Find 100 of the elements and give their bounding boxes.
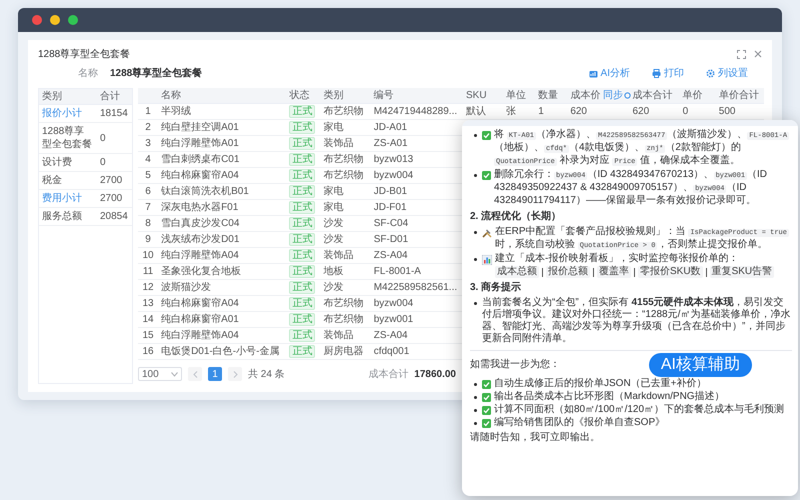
- page-size-select[interactable]: 100: [138, 367, 182, 381]
- table-cell: 雪白真皮沙发C04: [158, 216, 286, 232]
- table-cell: 布艺织物: [320, 312, 371, 328]
- row-number: 4: [138, 152, 158, 168]
- status-tag: 正式: [289, 153, 316, 166]
- name-label: 名称: [78, 67, 98, 80]
- row-number: 12: [138, 280, 158, 296]
- column-header: 单价合计: [716, 88, 764, 104]
- status-tag: 正式: [289, 121, 316, 134]
- check-icon: [482, 406, 491, 415]
- list-item-text: 当前套餐名义为“全包”，但实际有 4155元硬件成本未体现，易引发交付后增项争议。建议对外口径统一：“1288元/㎡为基础装修单价，净水器、智能灯光、高端沙发等为尊享升级项（已含在总价中）”，并同步更新合同附件清单。: [482, 297, 792, 345]
- total-count: 共 24 条: [248, 368, 285, 381]
- table-cell: 厨房电器: [320, 344, 371, 360]
- bullet-icon: [474, 302, 477, 305]
- row-number: 1: [138, 104, 158, 120]
- fullscreen-icon[interactable]: [737, 50, 746, 58]
- table-cell: 家电: [320, 184, 371, 200]
- gear-icon: [706, 68, 715, 78]
- table-cell: 雪白刺绣桌布C01: [158, 152, 286, 168]
- table-cell: 设计费: [39, 154, 97, 172]
- status-tag: 正式: [289, 345, 316, 358]
- column-header: 成本合计: [630, 88, 680, 104]
- table-cell: 电饭煲D01-白色-小号-金属: [158, 344, 286, 360]
- printer-icon: [652, 68, 661, 78]
- check-icon: [482, 380, 491, 389]
- metric-tag: 重复SKU告警: [710, 266, 774, 278]
- section-heading: 2. 流程优化（长期）: [470, 211, 562, 223]
- minimize-window-button[interactable]: [50, 15, 60, 25]
- close-window-button[interactable]: [32, 15, 42, 25]
- status-tag: 正式: [289, 201, 316, 214]
- row-number: 8: [138, 216, 158, 232]
- status-tag: 正式: [289, 137, 316, 150]
- status-tag: 正式: [289, 185, 316, 198]
- table-cell: 1288尊享型全包套餐: [39, 122, 97, 154]
- list-item-text: 自动生成修正后的报价单JSON（已去重+补价）: [494, 378, 707, 390]
- metric-tag: 成本总额: [495, 266, 539, 278]
- column-header: 名称: [158, 88, 286, 104]
- table-cell: 圣象强化复合地板: [158, 264, 286, 280]
- name-value: 1288尊享型全包套餐: [110, 66, 202, 80]
- table-cell: 税金: [39, 172, 97, 190]
- status-tag: 正式: [289, 313, 316, 326]
- bullet-icon: [474, 396, 477, 399]
- dialog-title: 1288尊享型全包套餐: [38, 48, 130, 61]
- table-cell: 纯白棉麻窗帘A04: [158, 296, 286, 312]
- column-header: 单位: [503, 88, 536, 104]
- status-tag: 正式: [289, 249, 316, 262]
- row-number: 11: [138, 264, 158, 280]
- maximize-window-button[interactable]: [68, 15, 78, 25]
- table-cell: 纯白棉麻窗帘A04: [158, 168, 286, 184]
- table-cell: 纯白浮雕壁饰A04: [158, 328, 286, 344]
- table-cell: 沙发: [320, 216, 371, 232]
- list-item-text: 编写给销售团队的《报价单自查SOP》: [494, 417, 666, 429]
- bullet-icon: [474, 422, 477, 425]
- table-cell: 半羽绒: [158, 104, 286, 120]
- row-number: 7: [138, 200, 158, 216]
- list-item-text: 计算不同面积（如80㎡/100㎡/120㎡）下的套餐总成本与毛利预测: [494, 404, 784, 416]
- column-header: 状态: [286, 88, 321, 104]
- sync-icon[interactable]: [624, 92, 632, 99]
- status-tag: 正式: [289, 105, 316, 118]
- table-cell: 装饰品: [320, 248, 371, 264]
- close-icon[interactable]: [754, 50, 762, 58]
- bullet-icon: [474, 231, 477, 234]
- table-cell: 0: [97, 122, 132, 154]
- status-tag: 正式: [289, 169, 316, 182]
- column-header: 数量: [535, 88, 568, 104]
- subtotal-link[interactable]: 报价小计: [39, 104, 97, 122]
- print-button[interactable]: 打印: [652, 66, 684, 80]
- column-header: 类别: [320, 88, 371, 104]
- sync-link[interactable]: 同步: [603, 88, 632, 103]
- subtotal-link[interactable]: 费用小计: [39, 190, 97, 208]
- table-cell: 沙发: [320, 280, 371, 296]
- list-item-text: 输出各品类成本占比环形图（Markdown/PNG描述）: [494, 391, 725, 403]
- row-number: 13: [138, 296, 158, 312]
- row-number: 15: [138, 328, 158, 344]
- table-cell: 布艺织物: [320, 296, 371, 312]
- row-number: 6: [138, 184, 158, 200]
- column-header: 编号: [370, 88, 463, 104]
- table-cell: 钛白滚筒洗衣机B01: [158, 184, 286, 200]
- ai-analysis-button[interactable]: AI分析: [588, 66, 630, 80]
- page-button[interactable]: 1: [208, 367, 222, 381]
- column-header: 类别: [39, 89, 97, 104]
- status-tag: 正式: [289, 265, 316, 278]
- row-number: 2: [138, 120, 158, 136]
- row-number: 3: [138, 136, 158, 152]
- chart-icon: [588, 68, 598, 78]
- bullet-icon: [474, 258, 477, 261]
- column-settings-button[interactable]: 列设置: [706, 66, 748, 80]
- table-cell: 20854: [97, 208, 132, 226]
- table-cell: M424719448289...: [370, 104, 463, 120]
- cost-total-label: 成本合计: [368, 368, 408, 381]
- table-cell: 浅灰绒布沙发D01: [158, 232, 286, 248]
- table-cell: 地板: [320, 264, 371, 280]
- row-number: 16: [138, 344, 158, 360]
- row-number: 10: [138, 248, 158, 264]
- metric-tag: 报价总额: [546, 266, 590, 278]
- prompt-text: 如需我进一步为您：: [470, 359, 560, 371]
- caret-icon: [171, 372, 178, 376]
- table-cell: 0: [97, 154, 132, 172]
- table-cell: 装饰品: [320, 136, 371, 152]
- table-cell: 纯白浮雕壁饰A04: [158, 248, 286, 264]
